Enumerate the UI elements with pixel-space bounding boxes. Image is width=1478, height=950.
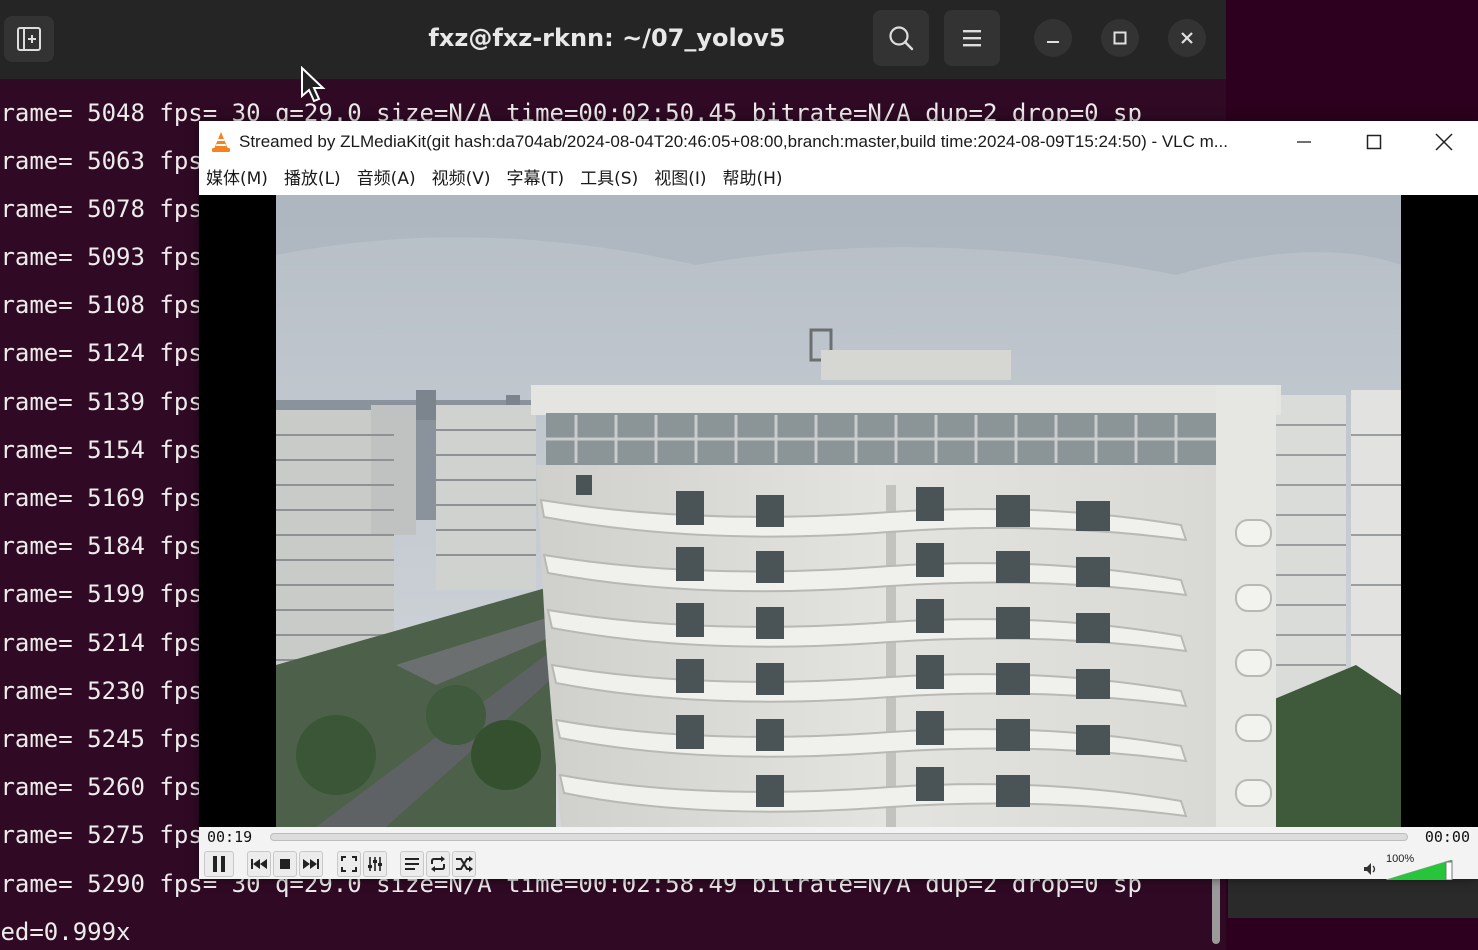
close-icon [1181, 32, 1193, 44]
seek-slider[interactable] [270, 833, 1408, 841]
next-icon [303, 859, 319, 869]
fullscreen-button[interactable] [337, 851, 361, 877]
speaker-icon[interactable] [1363, 862, 1379, 876]
menu-media[interactable]: 媒体(M) [206, 163, 268, 195]
vlc-window-title: Streamed by ZLMediaKit(git hash:da704ab/… [239, 132, 1228, 151]
menu-tools[interactable]: 工具(S) [580, 163, 638, 195]
extended-settings-button[interactable] [363, 851, 387, 877]
new-tab-icon [17, 27, 41, 51]
maximize-button[interactable] [1101, 19, 1139, 57]
menu-subtitle[interactable]: 字幕(T) [507, 163, 565, 195]
vlc-window: Streamed by ZLMediaKit(git hash:da704ab/… [199, 121, 1478, 880]
minimize-icon [1047, 41, 1059, 43]
loop-button[interactable] [426, 851, 450, 877]
pause-icon [213, 856, 225, 872]
vlc-control-bar: 00:19 00:00 100% [199, 827, 1478, 880]
close-button[interactable] [1168, 19, 1206, 57]
vlc-cone-icon [212, 132, 230, 152]
maximize-icon [1113, 31, 1127, 45]
video-frame [276, 195, 1401, 827]
video-area[interactable] [199, 195, 1478, 827]
search-icon [889, 26, 914, 51]
new-tab-button[interactable] [4, 16, 54, 62]
previous-button[interactable] [247, 851, 271, 877]
vlc-titlebar[interactable]: Streamed by ZLMediaKit(git hash:da704ab/… [199, 121, 1478, 163]
total-time: 00:00 [1424, 828, 1470, 846]
volume-slider[interactable] [1386, 860, 1460, 880]
stop-button[interactable] [273, 851, 297, 877]
minimize-button[interactable] [1034, 19, 1072, 57]
playlist-icon [405, 858, 419, 870]
pause-button[interactable] [204, 851, 234, 877]
loop-icon [431, 856, 445, 872]
search-button[interactable] [873, 10, 929, 66]
menu-view[interactable]: 视图(I) [654, 163, 706, 195]
menu-button[interactable] [944, 10, 1000, 66]
playlist-button[interactable] [400, 851, 424, 877]
fullscreen-icon [341, 856, 357, 872]
minimize-icon [1297, 141, 1311, 143]
vlc-menubar: 媒体(M) 播放(L) 音频(A) 视频(V) 字幕(T) 工具(S) 视图(I… [199, 163, 1478, 195]
menu-playback[interactable]: 播放(L) [284, 163, 341, 195]
menu-video[interactable]: 视频(V) [432, 163, 491, 195]
elapsed-time: 00:19 [207, 828, 253, 846]
next-button[interactable] [299, 851, 323, 877]
mouse-cursor-icon [301, 66, 326, 103]
terminal-line: eed=0.999x [0, 918, 131, 946]
shuffle-button[interactable] [452, 851, 476, 877]
vlc-close-button[interactable] [1409, 121, 1478, 163]
shuffle-icon [456, 856, 473, 872]
equalizer-icon [368, 857, 382, 871]
terminal-title: fxz@fxz-rknn: ~/07_yolov5 [428, 24, 786, 52]
menu-help[interactable]: 帮助(H) [723, 163, 783, 195]
close-icon [1435, 133, 1453, 151]
stop-icon [280, 859, 290, 869]
vlc-minimize-button[interactable] [1269, 121, 1339, 163]
background-panel [1228, 878, 1478, 918]
previous-icon [251, 859, 267, 869]
terminal-header-bar: fxz@fxz-rknn: ~/07_yolov5 [0, 0, 1226, 80]
vlc-maximize-button[interactable] [1339, 121, 1409, 163]
hamburger-menu-icon [963, 30, 981, 47]
menu-audio[interactable]: 音频(A) [357, 163, 416, 195]
maximize-icon [1366, 134, 1382, 150]
